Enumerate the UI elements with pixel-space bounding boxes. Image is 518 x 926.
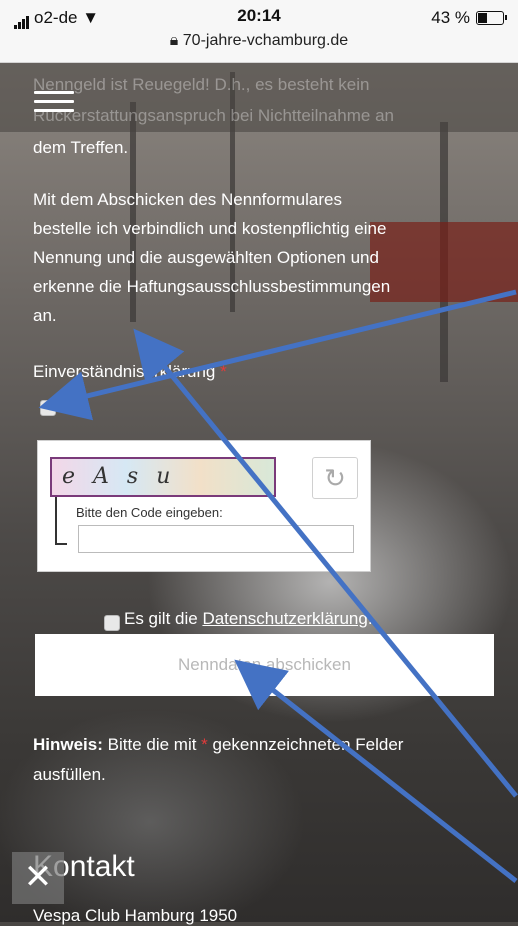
annotation-arrow [38,289,517,421]
annotation-arrow [133,328,518,798]
annotation-arrow [234,659,518,883]
annotation-arrows [38,289,518,883]
